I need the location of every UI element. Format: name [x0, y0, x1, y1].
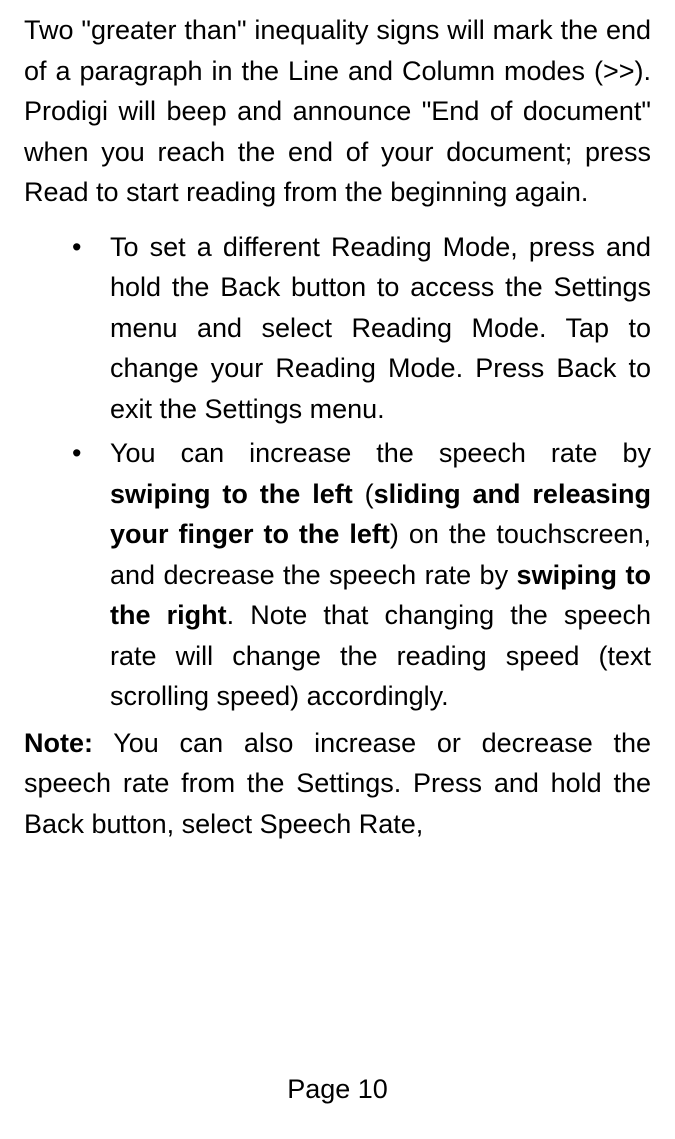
bullet-text: ( — [353, 479, 374, 509]
bullet-text: You can increase the speech rate by — [110, 438, 651, 468]
note-paragraph: Note: You can also increase or decrease … — [24, 723, 651, 845]
note-label: Note: — [24, 728, 93, 758]
intro-paragraph: Two "greater than" inequality signs will… — [24, 10, 651, 213]
list-item: You can increase the speech rate by swip… — [24, 433, 651, 717]
page-number: Page 10 — [0, 1069, 675, 1110]
bold-text: swiping to the left — [110, 479, 353, 509]
bullet-list: To set a different Reading Mode, press a… — [24, 227, 651, 717]
list-item: To set a different Reading Mode, press a… — [24, 227, 651, 430]
note-text: You can also increase or decrease the sp… — [24, 728, 651, 839]
